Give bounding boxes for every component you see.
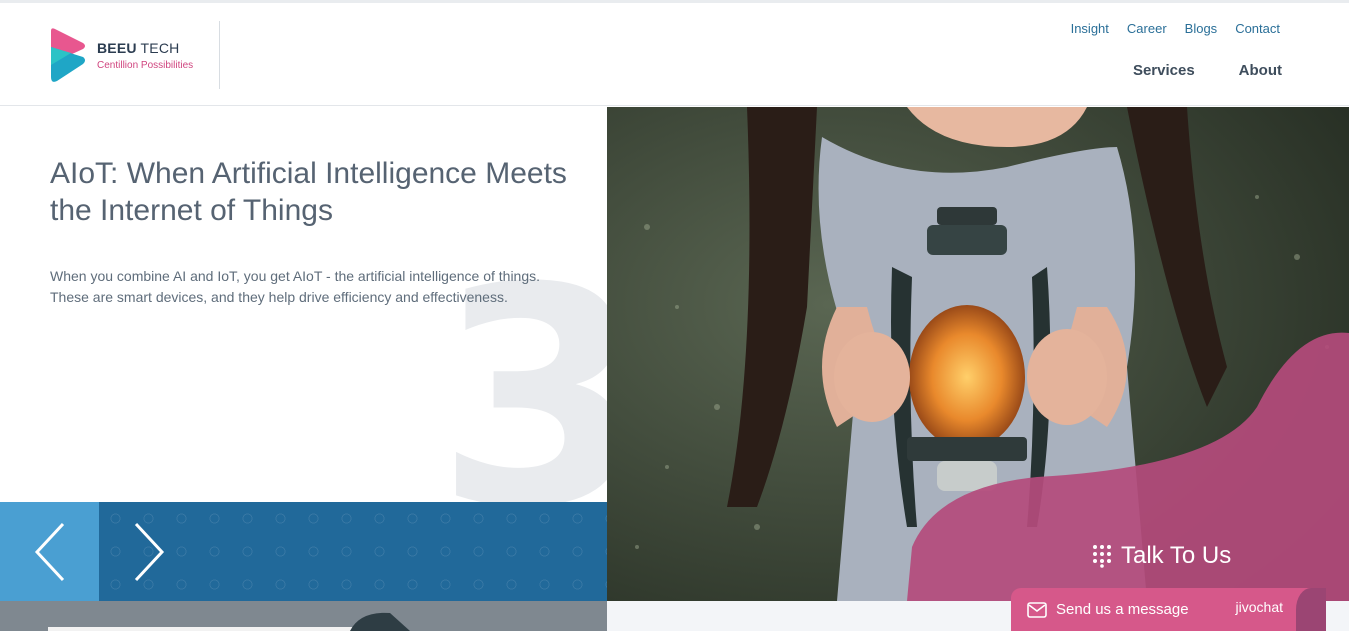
utility-nav: Insight Career Blogs Contact (1071, 21, 1280, 36)
hero-description: When you combine AI and IoT, you get AIo… (50, 268, 541, 305)
hero-title: AIoT: When Artificial Intelligence Meets… (50, 157, 567, 227)
talk-to-us-button[interactable]: Talk To Us (1092, 542, 1231, 570)
nav-link-blogs[interactable]: Blogs (1185, 21, 1218, 36)
nav-link-career[interactable]: Career (1127, 21, 1167, 36)
brand-tagline: Centillion Possibilities (97, 59, 194, 71)
next-slide-button[interactable] (99, 502, 198, 601)
site-header: BEEU TECH Centillion Possibilities Insig… (0, 3, 1349, 106)
chat-brand: jivochat (1235, 599, 1283, 615)
talk-to-us-label: Talk To Us (1121, 542, 1232, 569)
brand-name: BEEU TECH (97, 39, 180, 56)
nav-link-contact[interactable]: Contact (1235, 21, 1280, 36)
header-divider (219, 21, 220, 89)
prev-slide-button[interactable] (0, 502, 99, 601)
nav-item-about[interactable]: About (1239, 62, 1282, 79)
dots-grid-icon (1093, 545, 1111, 568)
brand-logo[interactable]: BEEU TECH Centillion Possibilities (49, 27, 193, 83)
next-slide-preview (0, 601, 607, 631)
chevron-right-icon (134, 522, 164, 581)
chat-avatar-bubble[interactable] (1296, 588, 1326, 631)
nav-item-services[interactable]: Services (1133, 62, 1195, 79)
main-nav: Services About (1133, 62, 1282, 79)
chat-widget-tab[interactable]: Send us a message jivochat (1011, 588, 1319, 631)
chevron-left-icon (34, 522, 64, 581)
nav-link-insight[interactable]: Insight (1071, 21, 1109, 36)
envelope-icon (1027, 601, 1047, 618)
chat-label: Send us a message (1056, 601, 1189, 618)
hero-text-panel: 3 AIoT: When Artificial Intelligence Mee… (0, 107, 607, 502)
logo-icon (49, 27, 87, 83)
hero-image (607, 107, 1349, 601)
